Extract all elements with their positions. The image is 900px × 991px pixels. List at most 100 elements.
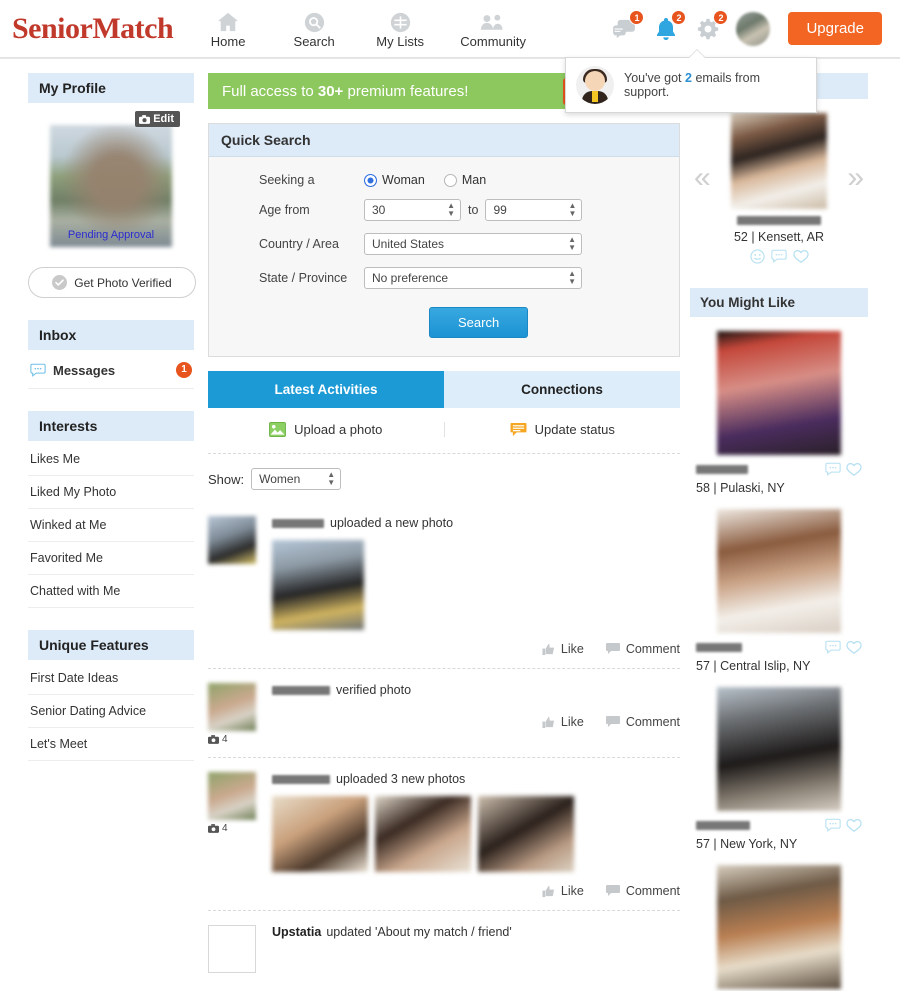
avatar[interactable] — [208, 516, 256, 564]
profile-name-redacted[interactable] — [696, 465, 748, 474]
country-value: United States — [372, 237, 444, 251]
profile-photo[interactable] — [717, 687, 841, 811]
profile-location: 57 | Central Islip, NY — [690, 655, 868, 673]
avatar[interactable] — [208, 772, 256, 820]
upload-a-photo-button[interactable]: Upload a photo — [208, 422, 444, 437]
feed-photo[interactable] — [478, 796, 574, 872]
show-filter: Show: Women ▲▼ — [208, 454, 680, 502]
feed-body: uploaded a new photo Like Comment — [272, 516, 680, 656]
sidebar-item-favorited-me[interactable]: Favorited Me — [28, 542, 194, 575]
nav-item-my-lists[interactable]: My Lists — [367, 9, 433, 49]
carousel-prev-button[interactable]: « — [694, 163, 711, 193]
sidebar-item-winked-at-me[interactable]: Winked at Me — [28, 509, 194, 542]
photo-status-label: Pending Approval — [50, 229, 172, 241]
update-status-button[interactable]: Update status — [444, 422, 681, 437]
feed-username-redacted[interactable] — [272, 686, 330, 695]
sidebar-item-likes-me[interactable]: Likes Me — [28, 443, 194, 476]
avatar[interactable] — [208, 925, 256, 973]
profile-photo[interactable] — [717, 865, 841, 989]
sidebar-item-senior-dating-advice[interactable]: Senior Dating Advice — [28, 695, 194, 728]
feed-username-redacted[interactable] — [272, 775, 330, 784]
featured-profile-name-redacted[interactable] — [737, 216, 821, 225]
country-row: Country / Area United States ▲▼ — [209, 233, 679, 255]
seeking-option-man[interactable]: Man — [444, 173, 486, 187]
chevron-updown-icon: ▲▼ — [568, 270, 576, 286]
notification-avatar — [576, 66, 614, 104]
right-sidebar: « » 52 | Kensett, AR You Might Like 58 | — [682, 73, 878, 991]
comment-icon — [606, 643, 620, 655]
comment-label: Comment — [626, 884, 680, 898]
site-logo[interactable]: SeniorMatch — [12, 12, 173, 46]
comment-label: Comment — [626, 715, 680, 729]
like-button[interactable]: Like — [542, 715, 584, 729]
country-select[interactable]: United States ▲▼ — [364, 233, 582, 255]
like-button[interactable]: Like — [542, 642, 584, 656]
you-might-like-item: 57 | New York, NY — [690, 673, 868, 851]
sidebar-item-lets-meet[interactable]: Let's Meet — [28, 728, 194, 761]
profile-actions — [825, 640, 862, 655]
featured-profile-photo[interactable] — [731, 113, 827, 209]
edit-photo-label: Edit — [153, 113, 174, 125]
profile-photo[interactable] — [717, 509, 841, 633]
comment-button[interactable]: Comment — [606, 884, 680, 898]
feed-username[interactable]: Upstatia — [272, 925, 321, 939]
quick-search-form: Seeking a Woman Man Age from — [209, 157, 679, 356]
profile-meta-row — [690, 640, 868, 655]
sidebar-item-liked-my-photo[interactable]: Liked My Photo — [28, 476, 194, 509]
seeking-option-woman[interactable]: Woman — [364, 173, 425, 187]
feed-photo[interactable] — [272, 540, 364, 630]
settings-gear-icon[interactable]: 2 — [694, 14, 722, 44]
nav-item-search[interactable]: Search — [281, 9, 347, 49]
age-from-select[interactable]: 30 ▲▼ — [364, 199, 461, 221]
like-button[interactable]: Like — [542, 884, 584, 898]
camera-icon — [208, 824, 219, 833]
avatar[interactable] — [208, 683, 256, 731]
profile-name-redacted[interactable] — [696, 821, 750, 830]
main-content: Full access to 30+ premium features! Upg… — [206, 73, 682, 991]
photo-count: 4 — [208, 823, 260, 834]
promo-text-before: Full access to — [222, 83, 318, 100]
comment-button[interactable]: Comment — [606, 642, 680, 656]
like-label: Like — [561, 715, 584, 729]
message-bubble-icon — [825, 640, 841, 654]
user-avatar[interactable] — [736, 12, 770, 46]
messages-icon[interactable]: 1 — [610, 14, 638, 44]
feed-body: Upstatia updated 'About my match / frien… — [272, 925, 680, 973]
chevron-updown-icon: ▲▼ — [447, 202, 455, 218]
notifications-bell-icon[interactable]: 2 — [652, 14, 680, 44]
search-button[interactable]: Search — [429, 307, 528, 338]
feed-actions: Like Comment — [272, 642, 680, 656]
notification-tooltip[interactable]: You've got 2 emails from support. — [565, 57, 817, 113]
feed-item: uploaded a new photo Like Comment — [208, 502, 680, 669]
feed-photos — [272, 540, 680, 630]
upgrade-button[interactable]: Upgrade — [788, 12, 882, 45]
feed-photo[interactable] — [375, 796, 471, 872]
nav-item-home[interactable]: Home — [195, 9, 261, 49]
sidebar-item-chatted-with-me[interactable]: Chatted with Me — [28, 575, 194, 608]
show-filter-select[interactable]: Women ▲▼ — [251, 468, 341, 490]
feed-item: 4 verified photo Like Comment — [208, 669, 680, 758]
feed-photo[interactable] — [272, 796, 368, 872]
upload-a-photo-label: Upload a photo — [294, 422, 382, 437]
age-to-select[interactable]: 99 ▲▼ — [485, 199, 582, 221]
sidebar-item-first-date-ideas[interactable]: First Date Ideas — [28, 662, 194, 695]
photo-count-value: 4 — [222, 823, 228, 834]
state-select[interactable]: No preference ▲▼ — [364, 267, 582, 289]
comment-button[interactable]: Comment — [606, 715, 680, 729]
my-profile-panel-title: My Profile — [28, 73, 194, 103]
sidebar-item-messages[interactable]: Messages 1 — [28, 352, 194, 389]
message-bubble-icon — [825, 462, 841, 476]
profile-name-redacted[interactable] — [696, 643, 742, 652]
tab-connections[interactable]: Connections — [444, 371, 680, 408]
check-circle-icon — [52, 275, 67, 290]
heart-icon — [846, 818, 862, 833]
feed-username-redacted[interactable] — [272, 519, 324, 528]
feed-avatar-column: 4 — [208, 683, 260, 745]
profile-photo[interactable] — [717, 331, 841, 455]
edit-photo-button[interactable]: Edit — [135, 111, 180, 127]
get-photo-verified-button[interactable]: Get Photo Verified — [28, 267, 196, 298]
feed-action-label: uploaded 3 new photos — [336, 772, 465, 786]
carousel-next-button[interactable]: » — [847, 163, 864, 193]
tab-latest-activities[interactable]: Latest Activities — [208, 371, 444, 408]
nav-item-community[interactable]: Community — [453, 9, 533, 49]
